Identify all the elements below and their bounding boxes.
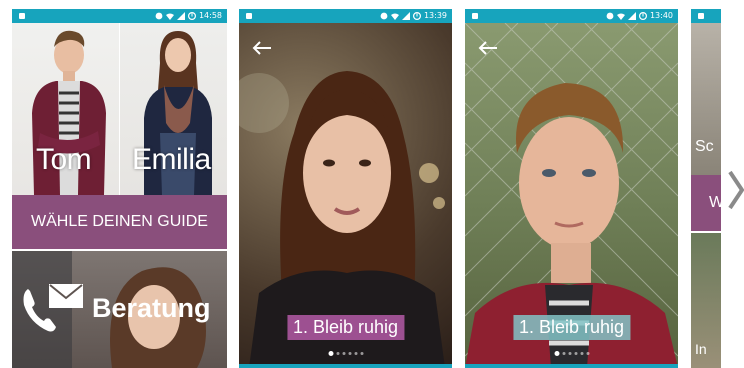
guide-card-emilia[interactable]: Emilia bbox=[120, 23, 227, 195]
page-dot[interactable] bbox=[580, 352, 583, 355]
choose-guide-banner[interactable]: WÄHLE DEINEN GUIDE bbox=[12, 195, 227, 249]
partial-photo-top: Sc bbox=[691, 23, 721, 175]
bottom-bar bbox=[465, 364, 678, 368]
partial-label-bottom: In bbox=[695, 341, 707, 357]
page-dot[interactable] bbox=[348, 352, 351, 355]
step-title: 1. Bleib ruhig bbox=[512, 315, 631, 340]
page-indicator[interactable] bbox=[328, 351, 363, 356]
page-dot[interactable] bbox=[360, 352, 363, 355]
page-dot[interactable] bbox=[586, 352, 589, 355]
signal-icon bbox=[627, 12, 636, 20]
page-dot[interactable] bbox=[328, 351, 333, 356]
status-bar: 13:40 bbox=[465, 9, 678, 23]
screen-guide-selection: 14:58 Tom Emilia WÄHLE DEINEN GUIDE Bera… bbox=[12, 9, 227, 368]
signal-icon bbox=[176, 12, 185, 20]
page-dot[interactable] bbox=[554, 351, 559, 356]
bottom-bar bbox=[239, 364, 452, 368]
wifi-icon bbox=[616, 13, 625, 20]
page-dot[interactable] bbox=[568, 352, 571, 355]
arrow-left-icon bbox=[478, 41, 497, 55]
partial-label-band: W bbox=[709, 194, 721, 211]
status-bar bbox=[691, 9, 721, 23]
guide-name-emilia: Emilia bbox=[132, 143, 211, 176]
page-dot[interactable] bbox=[562, 352, 565, 355]
back-button[interactable] bbox=[477, 41, 499, 55]
screen-partial: Sc W In bbox=[691, 9, 721, 368]
battery-icon bbox=[412, 12, 421, 20]
chevron-right-icon bbox=[728, 170, 744, 210]
status-bar: 13:39 bbox=[239, 9, 452, 23]
arrow-left-icon bbox=[252, 41, 271, 55]
status-bar: 14:58 bbox=[12, 9, 227, 23]
screen-emilia-step: 13:39 1. Bleib ruhig bbox=[239, 9, 452, 368]
guide-card-tom[interactable]: Tom bbox=[12, 23, 119, 195]
envelope-icon bbox=[49, 284, 83, 308]
beratung-card[interactable]: Beratung bbox=[12, 251, 227, 368]
partial-label-top: Sc bbox=[695, 138, 714, 155]
wifi-icon bbox=[165, 13, 174, 20]
page-dot[interactable] bbox=[342, 352, 345, 355]
step-title: 1. Bleib ruhig bbox=[286, 315, 405, 340]
page-dot[interactable] bbox=[574, 352, 577, 355]
partial-banner[interactable]: W bbox=[691, 175, 721, 231]
alarm-icon bbox=[155, 12, 163, 20]
battery-icon bbox=[187, 12, 196, 20]
status-time: 13:40 bbox=[649, 11, 673, 20]
page-indicator[interactable] bbox=[554, 351, 589, 356]
beratung-label: Beratung bbox=[92, 293, 211, 323]
signal-icon bbox=[401, 12, 410, 20]
page-dot[interactable] bbox=[336, 352, 339, 355]
page-dot[interactable] bbox=[354, 352, 357, 355]
notification-icon bbox=[698, 13, 704, 19]
choose-guide-label: WÄHLE DEINEN GUIDE bbox=[31, 213, 208, 230]
guide-name-tom: Tom bbox=[36, 143, 92, 176]
carousel-next-button[interactable] bbox=[724, 162, 744, 218]
alarm-icon bbox=[380, 12, 388, 20]
status-time: 14:58 bbox=[198, 11, 222, 20]
notification-icon bbox=[472, 13, 478, 19]
back-button[interactable] bbox=[251, 41, 273, 55]
screen-tom-step: 13:40 1. Bleib ruhig bbox=[465, 9, 678, 368]
battery-icon bbox=[638, 12, 647, 20]
notification-icon bbox=[19, 13, 25, 19]
alarm-icon bbox=[606, 12, 614, 20]
wifi-icon bbox=[390, 13, 399, 20]
status-time: 13:39 bbox=[423, 11, 447, 20]
notification-icon bbox=[246, 13, 252, 19]
partial-photo-bottom: In bbox=[691, 233, 721, 368]
